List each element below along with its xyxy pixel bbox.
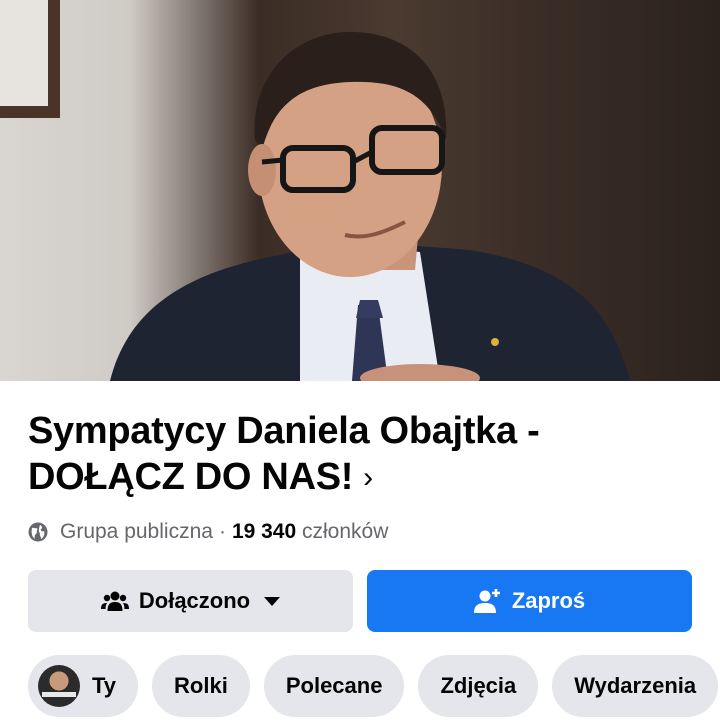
member-label[interactable]: członków	[302, 520, 388, 544]
tab-label: Ty	[92, 673, 117, 698]
tab-label: Rolki	[174, 673, 228, 698]
meta-separator: ·	[218, 520, 226, 543]
tab-you[interactable]: Ty	[28, 655, 139, 717]
joined-button[interactable]: Dołączono	[28, 570, 353, 632]
privacy-label[interactable]: Grupa publiczna	[60, 520, 213, 544]
group-meta: Grupa publiczna · 19 340 członków	[28, 518, 388, 546]
joined-label: Dołączono	[138, 588, 251, 613]
tab-events[interactable]: Wydarzenia	[552, 655, 719, 717]
group-title[interactable]: Sympatycy Daniela Obajtka - DOŁĄCZ DO NA…	[28, 408, 698, 503]
tab-reels[interactable]: Rolki	[152, 655, 250, 717]
chevron-right-icon[interactable]: ›	[363, 455, 373, 501]
invite-button[interactable]: Zaproś	[367, 570, 692, 632]
tab-photos[interactable]: Zdjęcia	[418, 655, 539, 717]
member-count[interactable]: 19 340	[232, 520, 296, 544]
invite-label: Zaproś	[511, 588, 586, 613]
tab-label: Polecane	[285, 673, 383, 698]
cover-portrait	[110, 31, 630, 381]
avatar	[38, 665, 80, 707]
add-person-icon	[473, 588, 502, 614]
cover-photo[interactable]	[0, 0, 720, 381]
group-members-icon	[100, 590, 129, 612]
caret-down-icon	[264, 596, 281, 606]
globe-icon	[28, 522, 48, 542]
tab-label: Wydarzenia	[574, 673, 697, 698]
group-tabs: Ty Rolki Polecane Zdjęcia Wydarzenia	[28, 655, 719, 717]
group-title-text[interactable]: Sympatycy Daniela Obajtka - DOŁĄCZ DO NA…	[28, 410, 540, 498]
tab-featured[interactable]: Polecane	[263, 655, 405, 717]
tab-label: Zdjęcia	[440, 673, 517, 698]
